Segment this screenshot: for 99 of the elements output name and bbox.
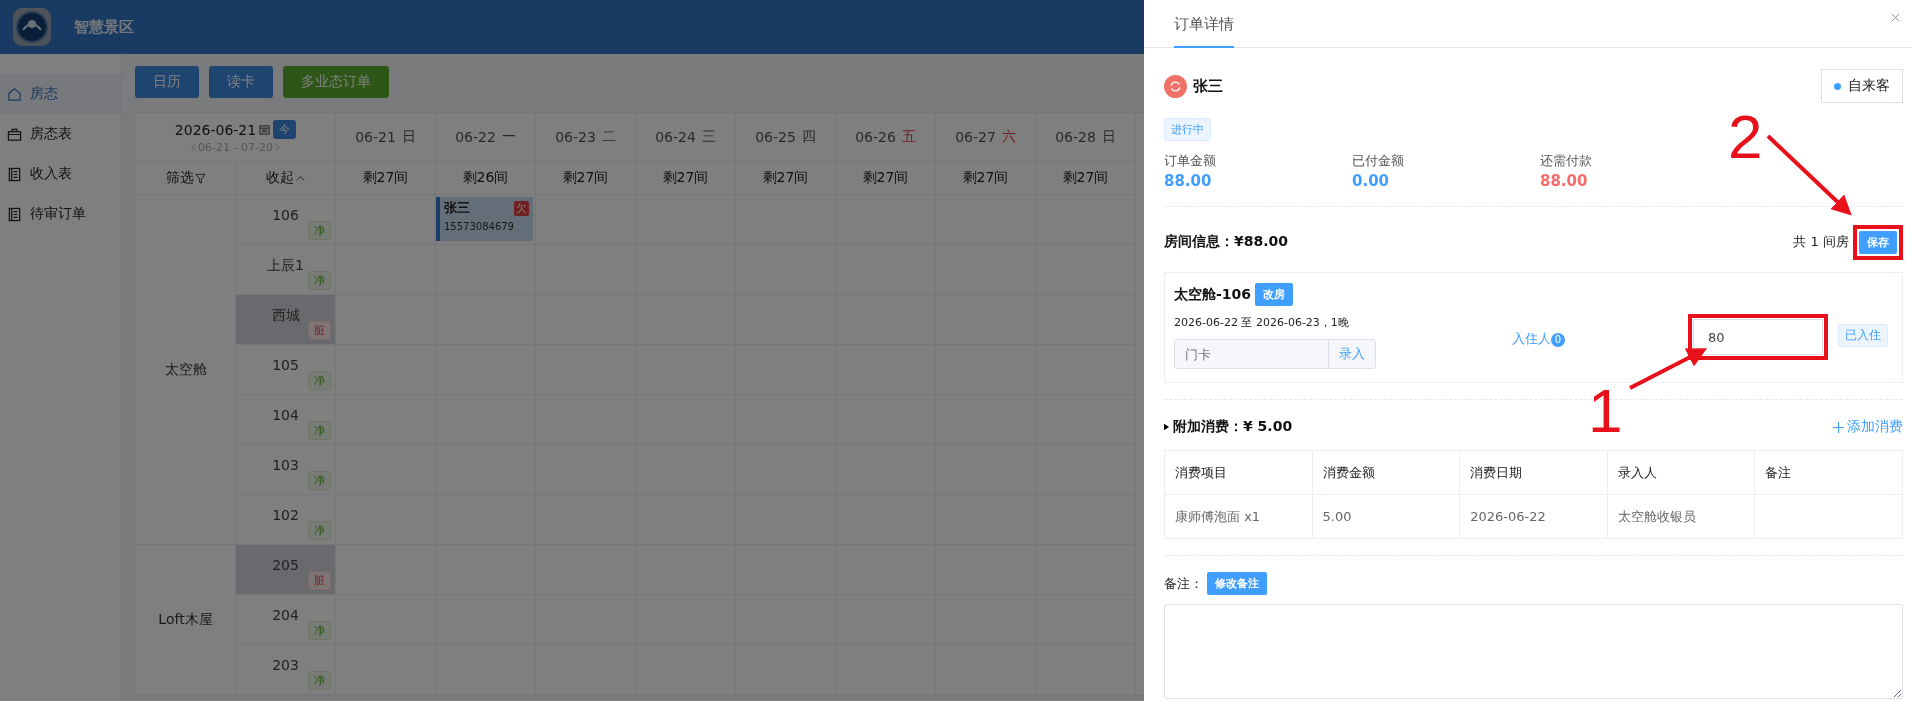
room-type-cell: 太空舱 [136,195,236,545]
home-icon [7,86,22,102]
column-header: 录入人 [1607,450,1755,495]
toolbar-button[interactable]: 读卡 [209,66,273,98]
day-header: 06-22 一 [436,113,536,162]
room-cell[interactable]: 106 净 [236,195,336,245]
plus-icon [1833,421,1844,433]
day-header: 06-24 三 [636,113,736,162]
day-header: 06-27 六 [936,113,1036,162]
chevron-left-icon[interactable] [191,143,197,152]
edit-note-button[interactable]: 修改备注 [1207,572,1267,595]
table-cell: 2026-06-22 [1470,509,1546,524]
room-cell[interactable]: 104 净 [236,395,336,445]
add-expense-link[interactable]: 添加消费 [1833,418,1903,436]
guest-name: 张三 [1193,76,1224,96]
day-header: 06-25 四 [736,113,836,162]
door-card-field[interactable]: 门卡 录入 [1174,339,1376,369]
app-title: 智慧景区 [74,17,134,37]
caret-right-icon[interactable] [1164,423,1169,431]
room-cell[interactable]: 203 净 [236,645,336,695]
room-name: 太空舱-106 [1174,285,1252,304]
room-status-tag: 脏 [308,571,331,590]
rooms-remaining: 剩27间 [1036,162,1136,195]
table-cell: 5.00 [1322,509,1352,524]
sidebar-item[interactable]: 房态表 [0,114,121,154]
calendar-icon[interactable] [259,124,271,135]
room-status-tag: 净 [308,471,331,490]
step-number: 1 [1588,376,1623,445]
column-header: 消费项目 [1164,450,1313,495]
refresh-icon [1164,74,1187,98]
stay-dates: 2026-06-22 至 2026-06-23，1晚 [1174,315,1350,330]
toolbar-button[interactable]: 日历 [135,66,199,98]
extras-title: 附加消费：¥ 5.00 [1173,418,1293,436]
amount-label: 订单金额 [1164,152,1217,170]
rooms-remaining: 剩26间 [436,162,536,195]
sidebar-item[interactable]: 收入表 [0,154,121,194]
change-room-button[interactable]: 改房 [1255,283,1294,306]
day-header: 06-21 日 [336,113,436,162]
owing-badge: 欠 [514,200,529,216]
save-button[interactable]: 保存 [1859,230,1897,254]
note-label: 备注： [1164,574,1203,593]
amount-label: 还需付款 [1540,152,1593,170]
room-status-tag: 净 [308,521,331,540]
rooms-remaining: 剩27间 [636,162,736,195]
room-cell[interactable]: 204 净 [236,595,336,645]
day-header: 06-28 日 [1036,113,1136,162]
table-cell: 太空舱收银员 [1617,508,1696,524]
price-field[interactable]: 80 [1693,319,1823,355]
rooms-remaining: 剩27间 [936,162,1036,195]
room-status-tag: 净 [308,671,331,690]
rooms-remaining: 剩27间 [336,162,436,195]
filter-icon[interactable] [194,172,206,184]
today-button[interactable]: 今 [273,120,297,139]
room-status-tag: 净 [308,221,331,240]
guest-phone: 15573084679 [444,221,514,232]
logo-icon [12,7,52,47]
room-cell[interactable]: 105 净 [236,345,336,395]
current-date: 2026-06-21 [174,121,257,138]
amount-value: 88.00 [1540,172,1589,190]
room-status-tag: 净 [308,421,331,440]
amount-label: 已付金额 [1352,152,1405,170]
document-icon [7,206,22,222]
enter-card-button[interactable]: 录入 [1328,340,1375,368]
sidebar-item[interactable]: 待审订单 [0,194,121,234]
rooms-remaining: 剩27间 [736,162,836,195]
checked-in-tag: 已入住 [1838,324,1888,347]
day-header: 06-26 五 [836,113,936,162]
order-status-tag: 进行中 [1164,118,1211,141]
note-field[interactable] [1164,604,1903,699]
rooms-remaining: 剩27间 [536,162,636,195]
room-info-title: 房间信息：¥88.00 [1164,233,1289,251]
room-status-tag: 脏 [308,321,331,340]
sidebar-item[interactable]: 房态 [0,74,121,114]
collapse-button[interactable]: 收起 [265,169,294,187]
room-status-tag: 净 [308,271,331,290]
table-cell: 康师傅泡面 x1 [1175,508,1261,524]
source-button[interactable]: 自来客 [1821,69,1903,103]
room-count: 共 1 间房 [1793,233,1849,251]
occupants-link[interactable]: 入住人 0 [1512,330,1688,348]
briefcase-icon [7,126,22,142]
rooms-remaining: 剩27间 [836,162,936,195]
room-cell[interactable]: 103 净 [236,445,336,495]
column-header: 消费金额 [1312,450,1460,495]
day-header: 06-23 二 [536,113,636,162]
document-icon [7,166,22,182]
amount-value: 0.00 [1352,172,1390,190]
toolbar-button[interactable]: 多业态订单 [283,66,389,98]
column-header: 消费日期 [1459,450,1608,495]
room-status-tag: 净 [308,371,331,390]
filter-button[interactable]: 筛选 [165,169,194,187]
guest-name: 张三 [444,199,470,217]
column-header: 备注 [1754,450,1903,495]
room-cell[interactable]: 205 脏 [236,545,336,595]
room-cell[interactable]: 西城 脏 [236,295,336,345]
close-icon[interactable] [1891,13,1900,22]
drawer-tab[interactable]: 订单详情 [1174,15,1234,48]
amount-value: 88.00 [1164,172,1213,190]
room-status-tag: 净 [308,621,331,640]
step-number: 2 [1728,102,1763,171]
